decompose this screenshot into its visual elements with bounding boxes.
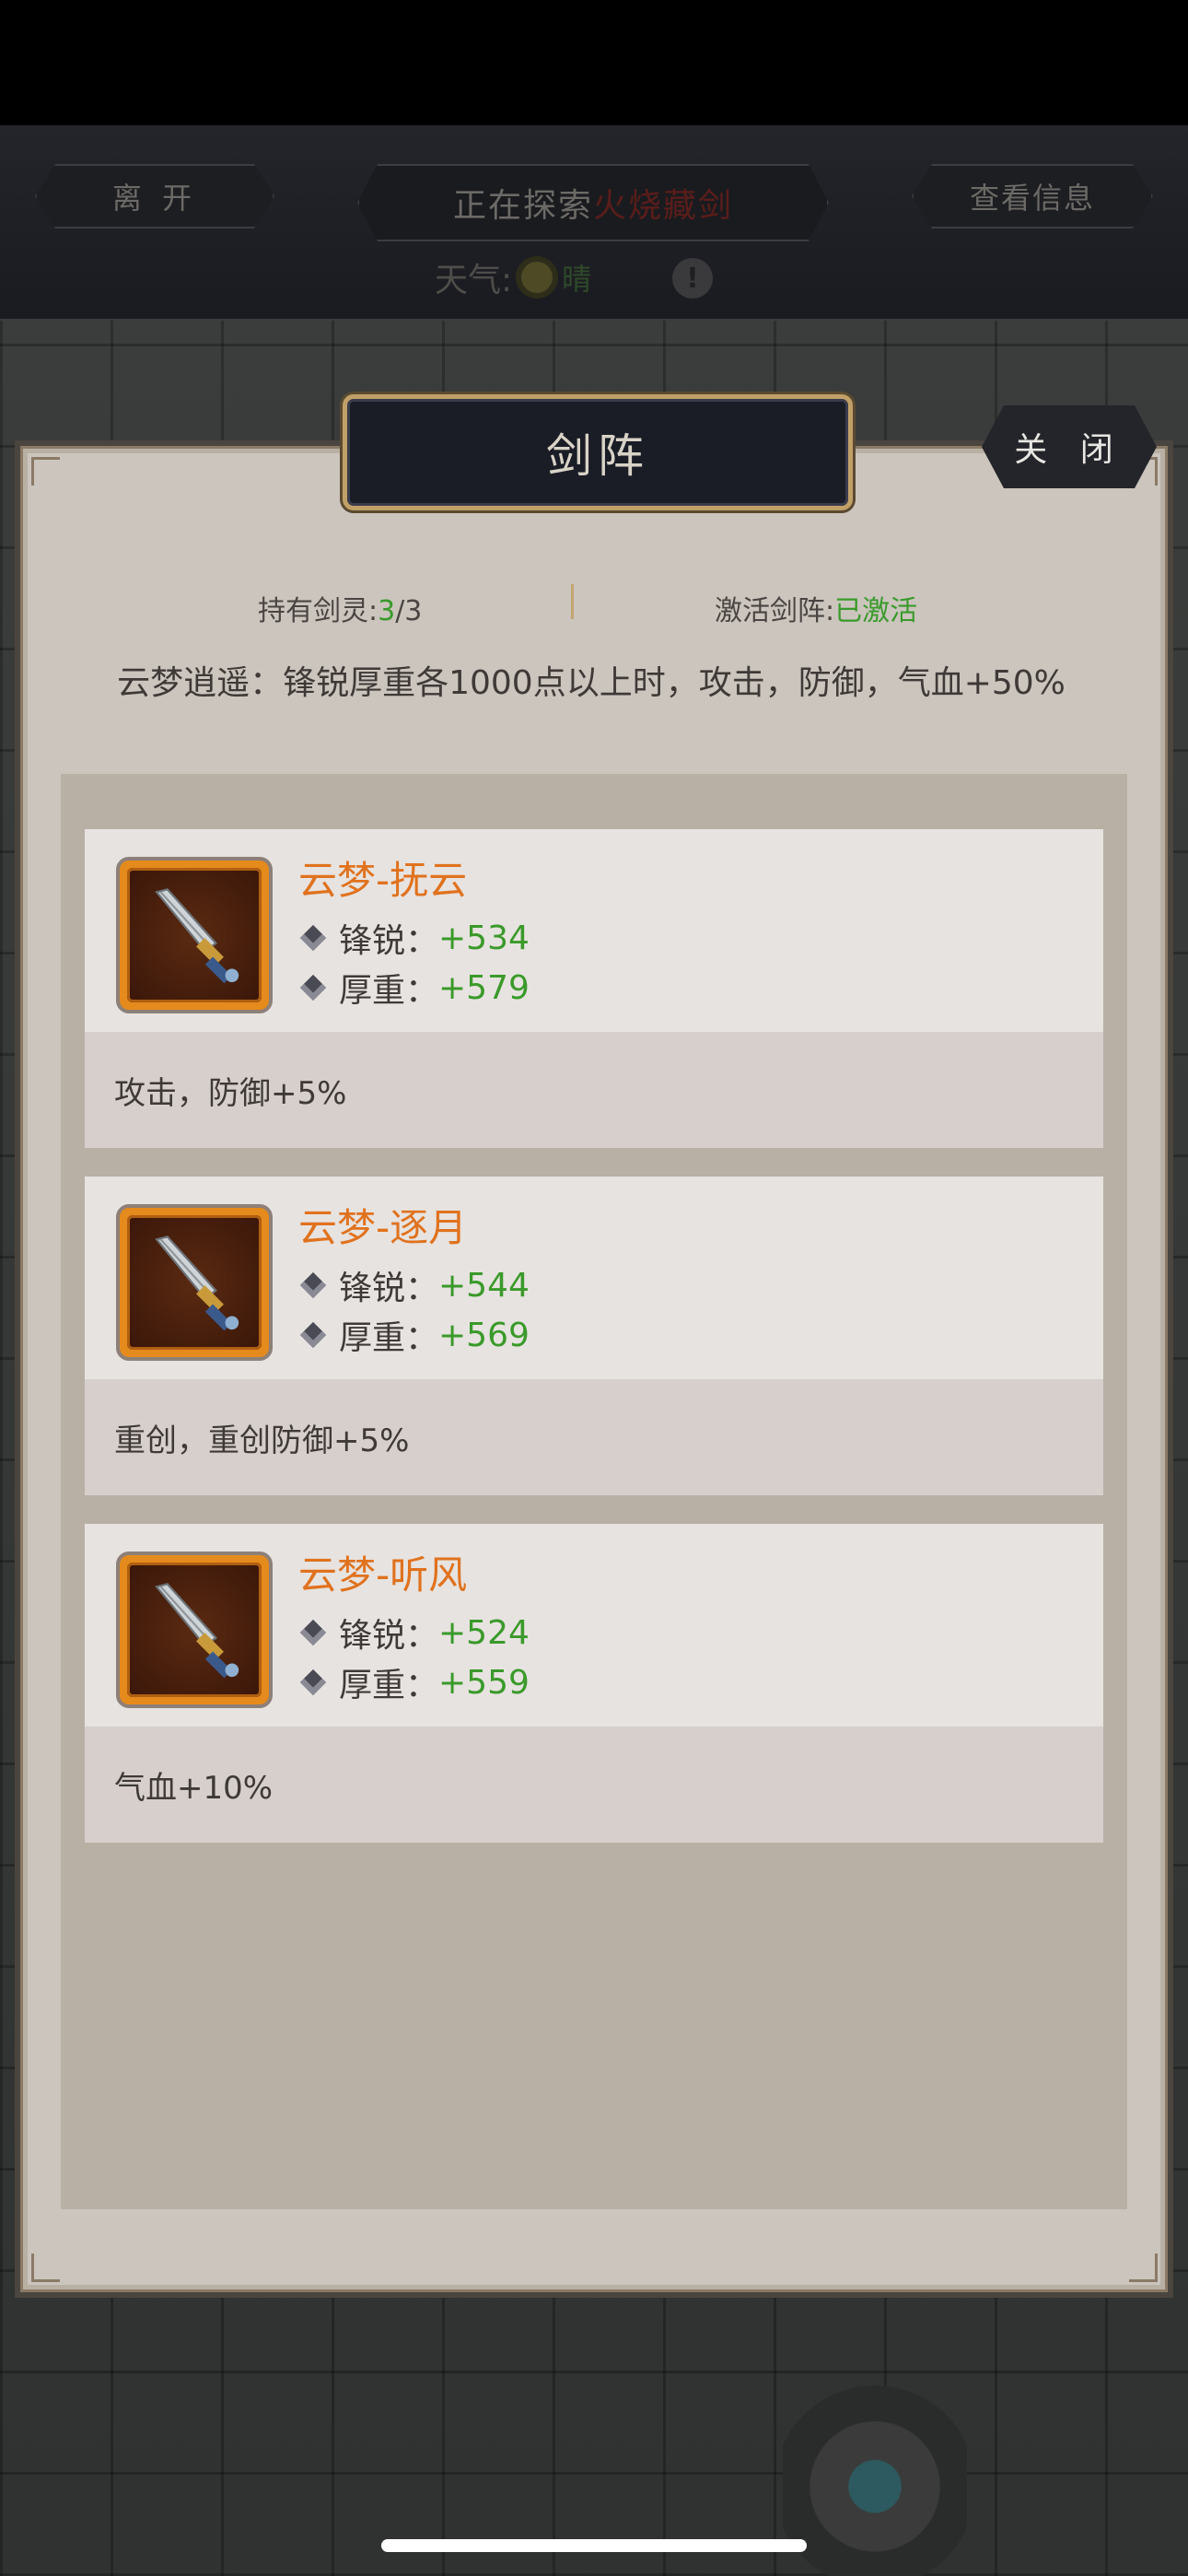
view-info-button[interactable]: 查看信息: [912, 164, 1153, 228]
card-name: 云梦-逐月: [298, 1205, 468, 1250]
attr-label: 锋锐：: [339, 1617, 439, 1655]
leave-button[interactable]: 离 开: [35, 164, 274, 228]
attr-value: +524: [438, 1613, 530, 1652]
exploring-banner: 正在探索 火烧藏剑: [357, 164, 829, 241]
panel-title-text: 剑阵: [546, 429, 649, 483]
explore-prefix: 正在探索: [452, 187, 593, 225]
card-name: 云梦-听风: [298, 1552, 468, 1598]
attr-value: +559: [438, 1663, 530, 1702]
panel-corner-ornament: [31, 457, 60, 486]
attr-value: +534: [438, 919, 530, 957]
panel-corner-ornament: [1129, 2254, 1158, 2282]
attr-label: 锋锐：: [339, 922, 439, 960]
holding-total: /3: [395, 595, 423, 627]
sun-icon: [521, 262, 553, 293]
sword-spirit-card[interactable]: 云梦-逐月 锋锐： +544 厚重： +569 重创，重创防御+5%: [85, 1177, 1103, 1495]
sword-icon: [127, 868, 262, 1002]
sword-spirit-card[interactable]: 云梦-抚云 锋锐： +534 厚重： +579 攻击，防御+5%: [85, 829, 1103, 1148]
stats-divider: [571, 584, 574, 619]
card-header: 云梦-抚云 锋锐： +534 厚重： +579: [85, 829, 1103, 1032]
panel-title: 剑阵: [343, 394, 853, 510]
sword-item-frame[interactable]: [116, 1204, 273, 1361]
formation-description: 云梦逍遥：锋锐厚重各1000点以上时，攻击，防御，气血+50%: [117, 664, 1066, 702]
attr-heaviness: 厚重： +579: [298, 964, 530, 1012]
top-bar: 离 开 正在探索 火烧藏剑 查看信息 天气: 晴: [0, 125, 1188, 321]
diamond-icon: [299, 1321, 327, 1349]
sword-item-frame[interactable]: [116, 857, 273, 1013]
diamond-icon: [299, 1669, 327, 1696]
attr-heaviness: 厚重： +559: [298, 1658, 530, 1706]
holding-current: 3: [378, 595, 396, 627]
attr-sharpness: 锋锐： +534: [298, 914, 530, 962]
sword-statue: [783, 2377, 967, 2576]
active-label: 激活剑阵:: [715, 595, 835, 627]
card-name: 云梦-抚云: [298, 858, 468, 903]
attr-label: 厚重：: [339, 972, 439, 1010]
attr-heaviness: 厚重： +569: [298, 1311, 530, 1359]
weather-label: 天气:: [435, 262, 513, 299]
sword-icon: [127, 1215, 262, 1350]
card-bonus: 攻击，防御+5%: [85, 1032, 1103, 1148]
close-label: 关 闭: [1014, 431, 1124, 469]
close-button[interactable]: 关 闭: [982, 405, 1157, 488]
diamond-icon: [299, 1271, 327, 1299]
card-header: 云梦-逐月 锋锐： +544 厚重： +569: [85, 1177, 1103, 1379]
attr-label: 厚重：: [339, 1319, 439, 1357]
weather-value: 晴: [562, 262, 592, 297]
sword-spirit-card[interactable]: 云梦-听风 锋锐： +524 厚重： +559 气血+10%: [85, 1524, 1103, 1843]
holding-label: 持有剑灵:: [258, 595, 379, 627]
status-bar: [0, 0, 1188, 125]
attr-label: 厚重：: [339, 1667, 439, 1704]
diamond-icon: [299, 1619, 327, 1646]
attr-value: +569: [438, 1316, 530, 1354]
active-formation: 激活剑阵:已激活: [715, 588, 917, 628]
sword-item-frame[interactable]: [116, 1551, 273, 1708]
card-header: 云梦-听风 锋锐： +524 厚重： +559: [85, 1524, 1103, 1727]
diamond-icon: [299, 924, 327, 952]
attr-sharpness: 锋锐： +544: [298, 1261, 530, 1309]
holding-spirits: 持有剑灵:3/3: [258, 588, 422, 628]
diamond-icon: [299, 974, 327, 1001]
card-bonus: 气血+10%: [85, 1727, 1103, 1843]
panel-corner-ornament: [31, 2254, 60, 2282]
attr-value: +579: [438, 968, 530, 1007]
formation-stats: 持有剑灵:3/3 激活剑阵:已激活: [20, 580, 1162, 632]
active-value: 已激活: [834, 595, 918, 627]
explore-location: 火烧藏剑: [593, 187, 734, 225]
leave-label: 离 开: [111, 181, 198, 216]
card-bonus: 重创，重创防御+5%: [85, 1379, 1103, 1495]
attr-sharpness: 锋锐： +524: [298, 1609, 530, 1657]
attr-label: 锋锐：: [339, 1270, 439, 1307]
home-indicator[interactable]: [381, 2539, 807, 2552]
view-info-label: 查看信息: [969, 181, 1095, 216]
attr-value: +544: [438, 1266, 530, 1305]
sword-icon: [127, 1563, 262, 1697]
alert-icon[interactable]: !: [672, 258, 713, 299]
weather-display: 天气: 晴: [435, 254, 591, 300]
